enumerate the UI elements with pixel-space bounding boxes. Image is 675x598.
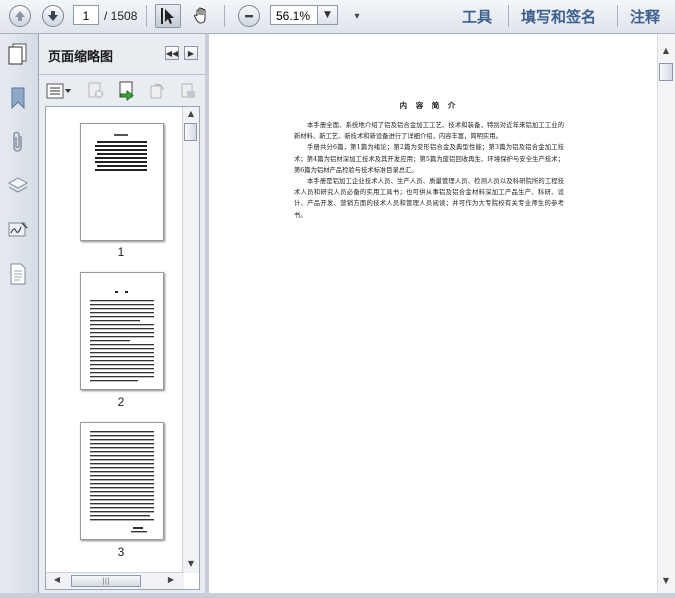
thumbnail-panel: 页面缩略图 ◀◀ ▶ 1 2 3 ▲ ▼ ◀ ||| ▶ xyxy=(39,34,205,598)
thumbnail-page-3[interactable] xyxy=(80,422,164,540)
tools-pane-button[interactable]: 工具 xyxy=(462,6,492,27)
page-number-input[interactable]: 1 xyxy=(73,5,99,25)
status-strip xyxy=(0,593,675,598)
thumbnail-label: 1 xyxy=(117,245,125,259)
document-paragraph: 本手册是铝加工企业技术人员、生产人员、质量管理人员、检测人员以及科研院所的工程技… xyxy=(294,178,564,219)
navigation-rail xyxy=(0,34,39,598)
comment-pane-button[interactable]: 注释 xyxy=(630,6,660,27)
scroll-left-arrow-icon[interactable]: ◀ xyxy=(50,575,64,584)
panel-header: 页面缩略图 ◀◀ ▶ xyxy=(39,34,205,75)
scroll-right-arrow-icon[interactable]: ▶ xyxy=(164,575,178,584)
bookmarks-rail-button[interactable] xyxy=(6,86,30,110)
panel-toolbar xyxy=(39,75,205,105)
options-menu-button[interactable] xyxy=(45,81,73,101)
page-lock-icon xyxy=(181,83,195,98)
delete-pages-button[interactable] xyxy=(86,81,106,101)
signature-icon xyxy=(8,222,28,237)
signatures-rail-button[interactable] xyxy=(6,218,30,242)
content-rail-button[interactable] xyxy=(6,262,30,286)
hand-tool-button[interactable] xyxy=(189,4,215,28)
arrow-down-icon xyxy=(42,5,64,27)
thumbnail-list[interactable]: 1 2 3 ▲ ▼ ◀ ||| ▶ xyxy=(45,106,200,590)
scroll-down-arrow-icon[interactable]: ▼ xyxy=(659,576,673,585)
cursor-icon xyxy=(161,8,174,24)
rotate-icon xyxy=(150,83,164,99)
page-total-label: / 1508 xyxy=(104,9,138,23)
overflow-arrow-icon: ▾ xyxy=(354,10,360,22)
list-options-icon xyxy=(46,83,71,99)
thumbnail-page-1[interactable] xyxy=(80,123,164,241)
scroll-down-arrow-icon[interactable]: ▼ xyxy=(184,559,198,568)
toolbar-options-button[interactable]: ▾ xyxy=(344,4,370,28)
right-arrow-icon: ▶ xyxy=(187,48,195,58)
thumbnail-label: 2 xyxy=(117,395,125,409)
minus-icon xyxy=(238,5,260,27)
document-paragraph: 手册共分6篇，第1篇为绪论；第2篇为变形铝合金及典型性能；第3篇为铝及铝合金加工… xyxy=(294,144,564,174)
page-thumbnails-rail-button[interactable] xyxy=(6,42,30,66)
pages-icon xyxy=(8,43,27,65)
document-title: 内 容 简 介 xyxy=(399,101,459,110)
toolbar-divider xyxy=(146,5,147,27)
layers-icon xyxy=(7,177,29,193)
insert-page-icon xyxy=(119,81,134,101)
collapse-panel-button[interactable]: ◀◀ xyxy=(165,46,179,60)
zoom-dropdown-button[interactable]: ▼ xyxy=(318,5,338,25)
next-page-button[interactable] xyxy=(40,4,66,28)
hand-icon xyxy=(193,7,206,24)
thumbnail-page-2[interactable] xyxy=(80,272,164,390)
double-left-arrow-icon: ◀◀ xyxy=(165,48,179,58)
scrollbar-thumb[interactable]: ||| xyxy=(71,575,141,587)
zoom-level-input[interactable]: 56.1% xyxy=(270,5,318,25)
panel-title: 页面缩略图 xyxy=(48,50,114,65)
fill-sign-pane-button[interactable]: 填写和签名 xyxy=(521,6,596,27)
insert-pages-button[interactable] xyxy=(117,81,137,101)
zoom-out-button[interactable] xyxy=(236,4,262,28)
thumbnail-label: 3 xyxy=(117,545,125,559)
scrollbar-thumb[interactable] xyxy=(184,123,197,141)
thumbnail-horizontal-scrollbar[interactable]: ◀ ||| ▶ xyxy=(46,572,184,589)
chevron-down-icon: ▼ xyxy=(324,10,331,20)
thumbnail-vertical-scrollbar[interactable]: ▲ ▼ xyxy=(182,107,199,573)
document-view[interactable]: 内 容 简 介 本手册全面、系统地介绍了铝及铝合金加工工艺、技术和装备，特别对近… xyxy=(209,34,675,598)
document-paragraph: 本手册全面、系统地介绍了铝及铝合金加工工艺、技术和装备，特别对近年来铝加工工业的… xyxy=(294,122,564,141)
layers-rail-button[interactable] xyxy=(6,174,30,198)
document-page-content: 内 容 简 介 本手册全面、系统地介绍了铝及铝合金加工工艺、技术和装备，特别对近… xyxy=(294,100,564,221)
toolbar-divider xyxy=(617,5,618,27)
toolbar-divider xyxy=(224,5,225,27)
rotate-pages-button[interactable] xyxy=(147,81,167,101)
expand-panel-button[interactable]: ▶ xyxy=(184,46,198,60)
select-tool-button[interactable] xyxy=(155,4,181,28)
previous-page-button[interactable] xyxy=(7,4,33,28)
scrollbar-thumb[interactable] xyxy=(659,63,673,81)
delete-page-icon xyxy=(88,82,104,99)
paperclip-icon xyxy=(13,131,22,152)
arrow-up-icon xyxy=(9,5,31,27)
scroll-up-arrow-icon[interactable]: ▲ xyxy=(184,109,198,118)
main-toolbar: 1 / 1508 56.1% ▼ ▾ 工具 填写和签名 注释 xyxy=(0,0,675,34)
attachments-rail-button[interactable] xyxy=(6,130,30,154)
document-vertical-scrollbar[interactable]: ▲ ▼ xyxy=(657,34,675,598)
toolbar-divider xyxy=(508,5,509,27)
document-icon xyxy=(10,263,26,285)
scroll-up-arrow-icon[interactable]: ▲ xyxy=(659,46,673,55)
bookmark-icon xyxy=(11,87,25,109)
print-pages-button[interactable] xyxy=(178,81,198,101)
